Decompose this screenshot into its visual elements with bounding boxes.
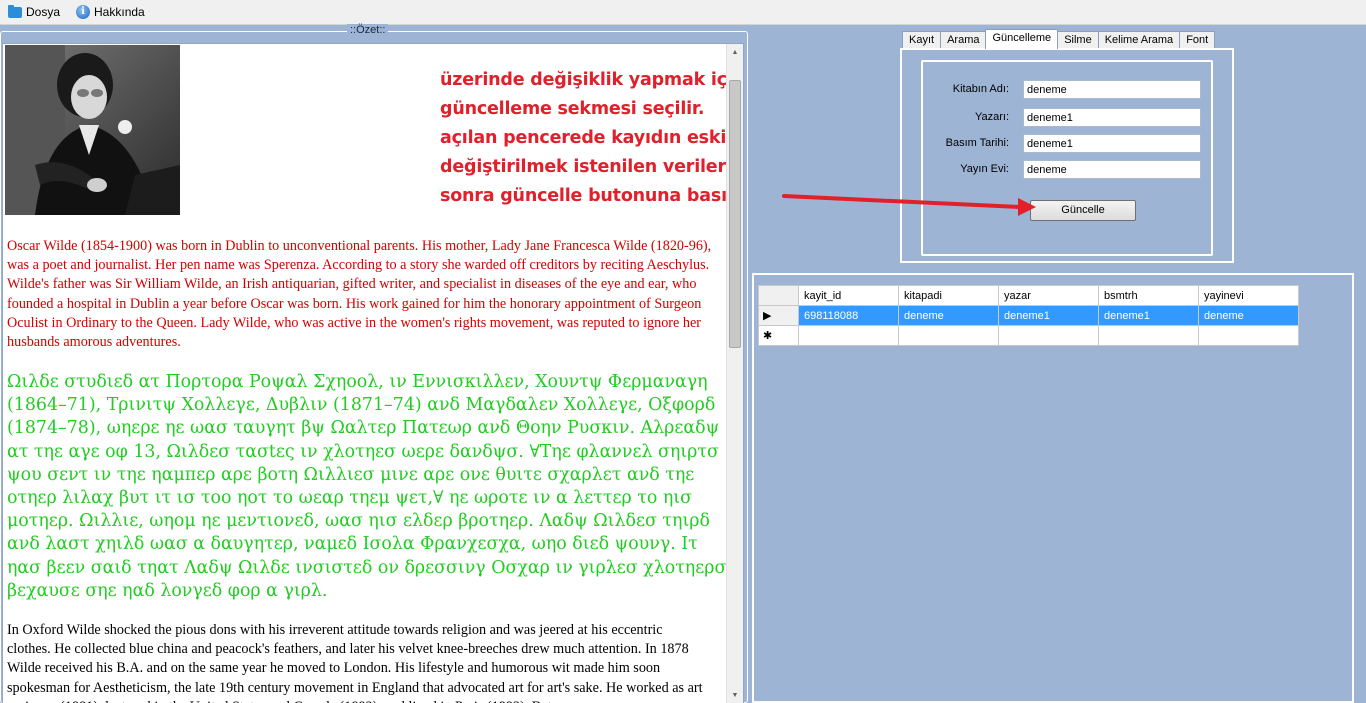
column-header-yazar[interactable]: yazar: [998, 285, 1099, 306]
annotation-line: değiştirilmek istenilen veriler değiştir…: [440, 157, 743, 177]
new-row[interactable]: ✱: [758, 325, 1299, 346]
annotation-line: sonra güncelle butonuna basılır.: [440, 186, 744, 206]
tab-guncelleme[interactable]: Güncelleme: [985, 29, 1059, 49]
summary-group: ::Özet:: üzerinde değişiklik yapmak günc…: [0, 24, 748, 703]
info-icon: i: [76, 5, 91, 19]
summary-group-title: ::Özet::: [347, 24, 389, 36]
tab-arama[interactable]: Arama: [940, 31, 987, 49]
publish-date-input[interactable]: [1023, 134, 1201, 153]
menu-dosya-label: Dosya: [26, 5, 61, 19]
paragraph-red: Oscar Wilde (1854-1900) was born in Dubl…: [7, 238, 712, 351]
paragraph-black: In Oxford Wilde shocked the pious dons w…: [7, 622, 703, 703]
update-tab-page: Kitabın Adı: Yazarı: Basım Tarihi: Yayın…: [900, 48, 1234, 263]
author-label: Yazarı:: [974, 111, 1009, 123]
table-cell[interactable]: deneme: [1198, 305, 1299, 326]
book-name-input[interactable]: [1023, 80, 1201, 99]
publisher-input[interactable]: [1023, 160, 1201, 179]
grid-panel: kayit_id kitapadi yazar bsmtrh yayinevi …: [752, 273, 1354, 703]
table-cell[interactable]: [1098, 325, 1199, 346]
update-button[interactable]: Güncelle: [1030, 200, 1136, 221]
tab-strip: Kayıt Arama Güncelleme Silme Kelime Aram…: [902, 29, 1216, 49]
menu-bar: Dosya i Hakkında: [0, 0, 1366, 25]
scroll-down-icon[interactable]: ▼: [727, 687, 743, 703]
publish-date-label: Basım Tarihi:: [945, 137, 1009, 149]
author-portrait: [5, 45, 180, 215]
table-cell[interactable]: deneme1: [1098, 305, 1199, 326]
update-form-group: Kitabın Adı: Yazarı: Basım Tarihi: Yayın…: [921, 60, 1213, 256]
table-cell[interactable]: [798, 325, 899, 346]
column-header-kitapadi[interactable]: kitapadi: [898, 285, 999, 306]
column-header-yayinevi[interactable]: yayinevi: [1198, 285, 1299, 306]
grid-corner: [758, 285, 799, 306]
annotation-line: açılan pencerede kayıdın eski hali mevcu…: [440, 128, 743, 148]
new-row-icon[interactable]: ✱: [758, 325, 799, 346]
document-scrollbar[interactable]: ▲ ▼: [726, 44, 743, 703]
folder-icon: [8, 4, 22, 18]
book-name-label: Kitabın Adı:: [952, 83, 1009, 95]
paragraph-green: Ωιλδε στυδιεδ ατ Πορτορα Ροψαλ Σχηοολ, ι…: [7, 372, 727, 601]
table-cell[interactable]: [898, 325, 999, 346]
menu-hakkinda-label: Hakkında: [94, 5, 145, 19]
menu-dosya[interactable]: Dosya: [0, 1, 68, 23]
tab-silme[interactable]: Silme: [1057, 31, 1099, 49]
tab-kelime-arama[interactable]: Kelime Arama: [1097, 31, 1181, 49]
column-header-kayit-id[interactable]: kayit_id: [798, 285, 899, 306]
grid-header-row: kayit_id kitapadi yazar bsmtrh yayinevi: [758, 285, 1299, 306]
tab-font[interactable]: Font: [1179, 31, 1216, 49]
rich-text-document[interactable]: üzerinde değişiklik yapmak için önce gün…: [2, 43, 744, 703]
publisher-label: Yayın Evi:: [960, 163, 1009, 175]
document-content: üzerinde değişiklik yapmak için önce gün…: [5, 45, 743, 703]
scroll-up-icon[interactable]: ▲: [727, 44, 743, 61]
table-cell[interactable]: deneme: [898, 305, 999, 326]
annotation-line: güncelleme sekmesi seçilir.: [440, 99, 705, 119]
table-cell[interactable]: [1198, 325, 1299, 346]
author-input[interactable]: [1023, 108, 1201, 127]
tab-kayit[interactable]: Kayıt: [902, 31, 942, 49]
table-cell[interactable]: [998, 325, 1099, 346]
menu-hakkinda[interactable]: i Hakkında: [68, 1, 153, 23]
annotation-text: üzerinde değişiklik yapmak için önce gün…: [440, 66, 744, 211]
records-grid[interactable]: kayit_id kitapadi yazar bsmtrh yayinevi …: [758, 285, 1299, 346]
table-cell[interactable]: 698118088: [798, 305, 899, 326]
column-header-bsmtrh[interactable]: bsmtrh: [1098, 285, 1199, 306]
scroll-thumb[interactable]: [729, 80, 741, 348]
table-cell[interactable]: deneme1: [998, 305, 1099, 326]
table-row[interactable]: ▶ 698118088 deneme deneme1 deneme1 denem…: [758, 305, 1299, 326]
annotation-line: üzerinde değişiklik yapmak için önce: [440, 70, 743, 90]
annotation-arrow-icon: [782, 194, 1036, 216]
current-row-icon[interactable]: ▶: [758, 305, 799, 326]
